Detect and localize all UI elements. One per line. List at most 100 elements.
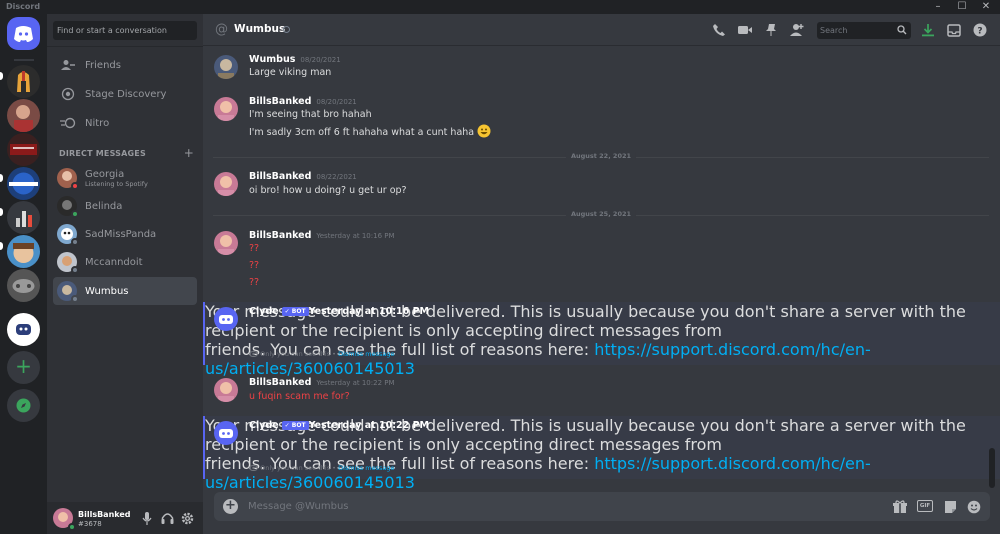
message-timestamp: Yesterday at 10:16 PM: [308, 306, 429, 317]
dm-item-wumbus[interactable]: Wumbus: [53, 277, 197, 305]
create-dm-icon[interactable]: +: [184, 146, 194, 160]
minimize-icon[interactable]: –: [928, 0, 948, 14]
author-name: BillsBanked: [249, 171, 312, 182]
username: BillsBanked: [78, 510, 131, 519]
failed-message-text: ??: [249, 260, 260, 271]
dm-section-header: DIRECT MESSAGES +: [59, 146, 194, 160]
avatar: [57, 252, 79, 274]
unread-pill: [0, 174, 3, 182]
message-author[interactable]: BillsBanked 08/20/2021: [249, 96, 357, 107]
bar-chart-icon: [16, 211, 32, 227]
home-button[interactable]: [7, 17, 40, 50]
message-author[interactable]: Clyde ✓ BOT Yesterday at 10:22 PM: [249, 420, 429, 431]
server-icon-8[interactable]: [7, 313, 40, 346]
avatar[interactable]: [214, 55, 238, 79]
discord-logo-icon: [14, 26, 33, 42]
add-friend-icon[interactable]: [789, 22, 805, 38]
dm-item-mccanndoit[interactable]: Mccanndoit: [53, 248, 197, 276]
video-call-icon[interactable]: [737, 22, 753, 38]
pin-icon[interactable]: [763, 22, 779, 38]
dm-item-sadmisspanda[interactable]: SadMissPanda: [53, 220, 197, 248]
maximize-icon[interactable]: ☐: [952, 0, 972, 14]
header-search-input[interactable]: Search: [817, 22, 911, 39]
search-icon: [897, 25, 907, 35]
controller-icon: [12, 279, 35, 293]
gift-icon[interactable]: [892, 499, 908, 514]
message-author[interactable]: BillsBanked Yesterday at 10:16 PM: [249, 230, 395, 241]
ephemeral-note: Only you can see this • Dismiss message: [249, 464, 394, 472]
avatar[interactable]: [214, 97, 238, 121]
date-divider-label: August 22, 2021: [565, 152, 637, 160]
helmet-icon: [17, 71, 30, 92]
avatar[interactable]: [214, 231, 238, 255]
message-author[interactable]: BillsBanked 08/22/2021: [249, 171, 357, 182]
microphone-icon[interactable]: [140, 511, 154, 525]
bot-badge-label: BOT: [291, 422, 306, 429]
message-author[interactable]: BillsBanked Yesterday at 10:22 PM: [249, 377, 395, 388]
nav-friends[interactable]: Friends: [53, 52, 197, 78]
avatar-image-icon: [14, 105, 33, 132]
globe-icon: [9, 172, 38, 195]
svg-text:?: ?: [977, 27, 982, 37]
message-timestamp: Yesterday at 10:22 PM: [308, 420, 429, 431]
scrollbar-thumb[interactable]: [989, 448, 995, 488]
attach-plus-icon[interactable]: +: [223, 499, 238, 514]
message-author[interactable]: Wumbus 08/20/2021: [249, 54, 341, 65]
message-timestamp: 08/22/2021: [316, 173, 357, 181]
message-author[interactable]: Clyde ✓ BOT Yesterday at 10:16 PM: [249, 306, 429, 317]
add-server-icon[interactable]: +: [7, 351, 40, 384]
clyde-avatar[interactable]: [214, 421, 238, 445]
rail-divider: [14, 59, 34, 61]
server-icon-4[interactable]: [7, 167, 40, 200]
date-divider: August 22, 2021: [213, 152, 989, 160]
dm-item-belinda[interactable]: Belinda: [53, 192, 197, 220]
message-text: I'm seeing that bro hahah: [249, 109, 372, 120]
server-icon-7[interactable]: [7, 269, 40, 302]
eye-icon: [249, 351, 258, 357]
close-icon[interactable]: ✕: [976, 0, 996, 14]
gif-button[interactable]: GIF: [917, 500, 933, 512]
nav-nitro[interactable]: Nitro: [53, 110, 197, 136]
nav-stage-discovery[interactable]: Stage Discovery: [53, 81, 197, 107]
emoji-icon[interactable]: [966, 499, 982, 514]
status-offline-icon: [71, 238, 79, 246]
inbox-icon[interactable]: [946, 22, 962, 38]
status-online-icon: [68, 523, 76, 531]
bot-badge: ✓ BOT: [281, 421, 309, 430]
server-rail: +: [0, 14, 47, 534]
voice-call-icon[interactable]: [711, 22, 727, 38]
server-icon-helmet[interactable]: [7, 65, 40, 98]
server-icon-5[interactable]: [7, 201, 40, 234]
headphones-icon[interactable]: [160, 511, 174, 525]
dm-item-georgia[interactable]: Georgia Listening to Spotify: [53, 164, 197, 192]
sticker-icon[interactable]: [942, 499, 958, 514]
explore-icon[interactable]: [7, 389, 40, 422]
message-timestamp: Yesterday at 10:16 PM: [316, 232, 395, 240]
help-icon[interactable]: ?: [972, 22, 988, 38]
avatar[interactable]: [214, 378, 238, 402]
author-name: Clyde: [249, 420, 279, 431]
server-icon-3[interactable]: [7, 133, 40, 166]
author-name: Wumbus: [249, 54, 296, 65]
grin-emoji-icon: [477, 124, 491, 138]
avatar[interactable]: [214, 172, 238, 196]
dismiss-message-link[interactable]: Dismiss message: [338, 464, 394, 472]
server-icon-6[interactable]: [7, 235, 40, 268]
message-text: oi bro! how u doing? u get ur op?: [249, 185, 407, 196]
message-input[interactable]: [248, 497, 848, 516]
dm-name: Wumbus: [85, 285, 129, 297]
server-icon-2[interactable]: [7, 99, 40, 132]
date-divider-label: August 25, 2021: [565, 210, 637, 218]
dm-name: SadMissPanda: [85, 228, 157, 240]
conversation-search[interactable]: Find or start a conversation: [53, 21, 197, 40]
settings-gear-icon[interactable]: [180, 511, 194, 525]
bot-badge: ✓ BOT: [281, 307, 309, 316]
avatar: [57, 281, 79, 303]
dm-name: Georgia: [85, 168, 125, 180]
author-name: Clyde: [249, 306, 279, 317]
download-icon[interactable]: [920, 22, 936, 38]
clyde-avatar[interactable]: [214, 307, 238, 331]
channel-title: Wumbus: [234, 23, 286, 35]
author-name: BillsBanked: [249, 96, 312, 107]
dismiss-message-link[interactable]: Dismiss message: [338, 350, 394, 358]
